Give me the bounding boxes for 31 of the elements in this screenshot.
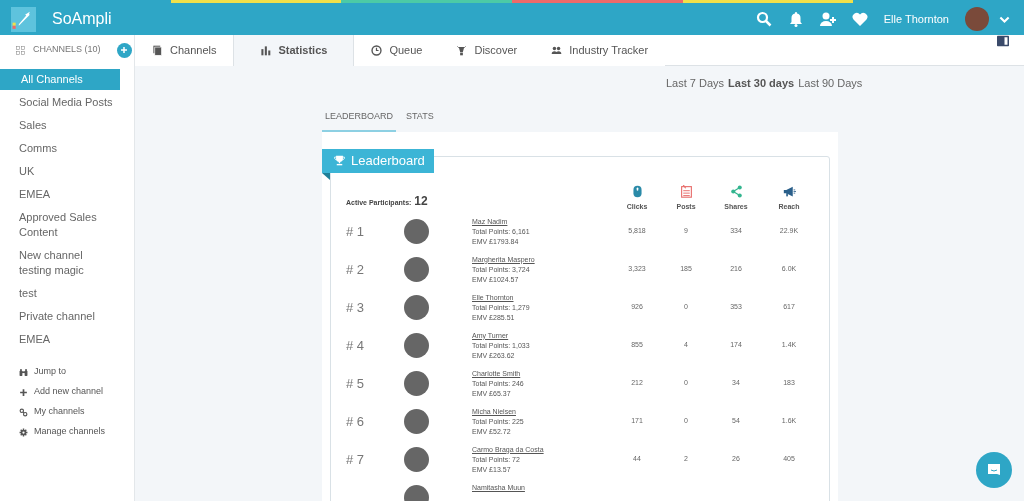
channels-heading: CHANNELS (10) (33, 43, 101, 57)
rank: # 6 (346, 413, 365, 429)
rank: # 5 (346, 375, 365, 391)
channel-item[interactable]: Comms (0, 138, 120, 159)
app-title: SoAmpli (52, 9, 112, 29)
channel-item[interactable]: EMEA (0, 329, 120, 350)
channel-item[interactable]: UK (0, 161, 120, 182)
channel-item[interactable]: EMEA (0, 184, 120, 205)
sidebar-link[interactable]: My channels (0, 402, 134, 422)
nav-tab[interactable]: Statistics (233, 35, 355, 66)
sidebar-link[interactable]: Jump to (0, 362, 134, 382)
rank: # 2 (346, 261, 365, 277)
date-range-link[interactable]: Last 7 Days (666, 75, 725, 98)
channel-item[interactable]: Private channel (0, 306, 120, 327)
date-range-link[interactable]: Last 30 days (728, 75, 795, 98)
rank: # 4 (346, 337, 365, 353)
channel-item[interactable]: Sales (0, 115, 120, 136)
user-name: Elle Thornton (883, 11, 949, 27)
sub-tab[interactable]: STATS (403, 106, 437, 132)
channel-item[interactable]: Social Media Posts (0, 92, 120, 113)
channel-item[interactable]: Approved Sales Content (0, 207, 120, 243)
rank: # 7 (346, 451, 365, 467)
channel-item[interactable]: test (0, 283, 120, 304)
rank: # 1 (346, 223, 365, 239)
rank: # 3 (346, 299, 365, 315)
date-range-link[interactable]: Last 90 Days (798, 75, 863, 98)
participants-count: 12 (414, 193, 428, 208)
leaderboard-heading: Leaderboard (351, 151, 425, 170)
sidebar-link[interactable]: Manage channels (0, 422, 134, 442)
sidebar-link[interactable]: Add new channel (0, 382, 134, 402)
channel-item[interactable]: New channel testing magic (0, 245, 120, 281)
